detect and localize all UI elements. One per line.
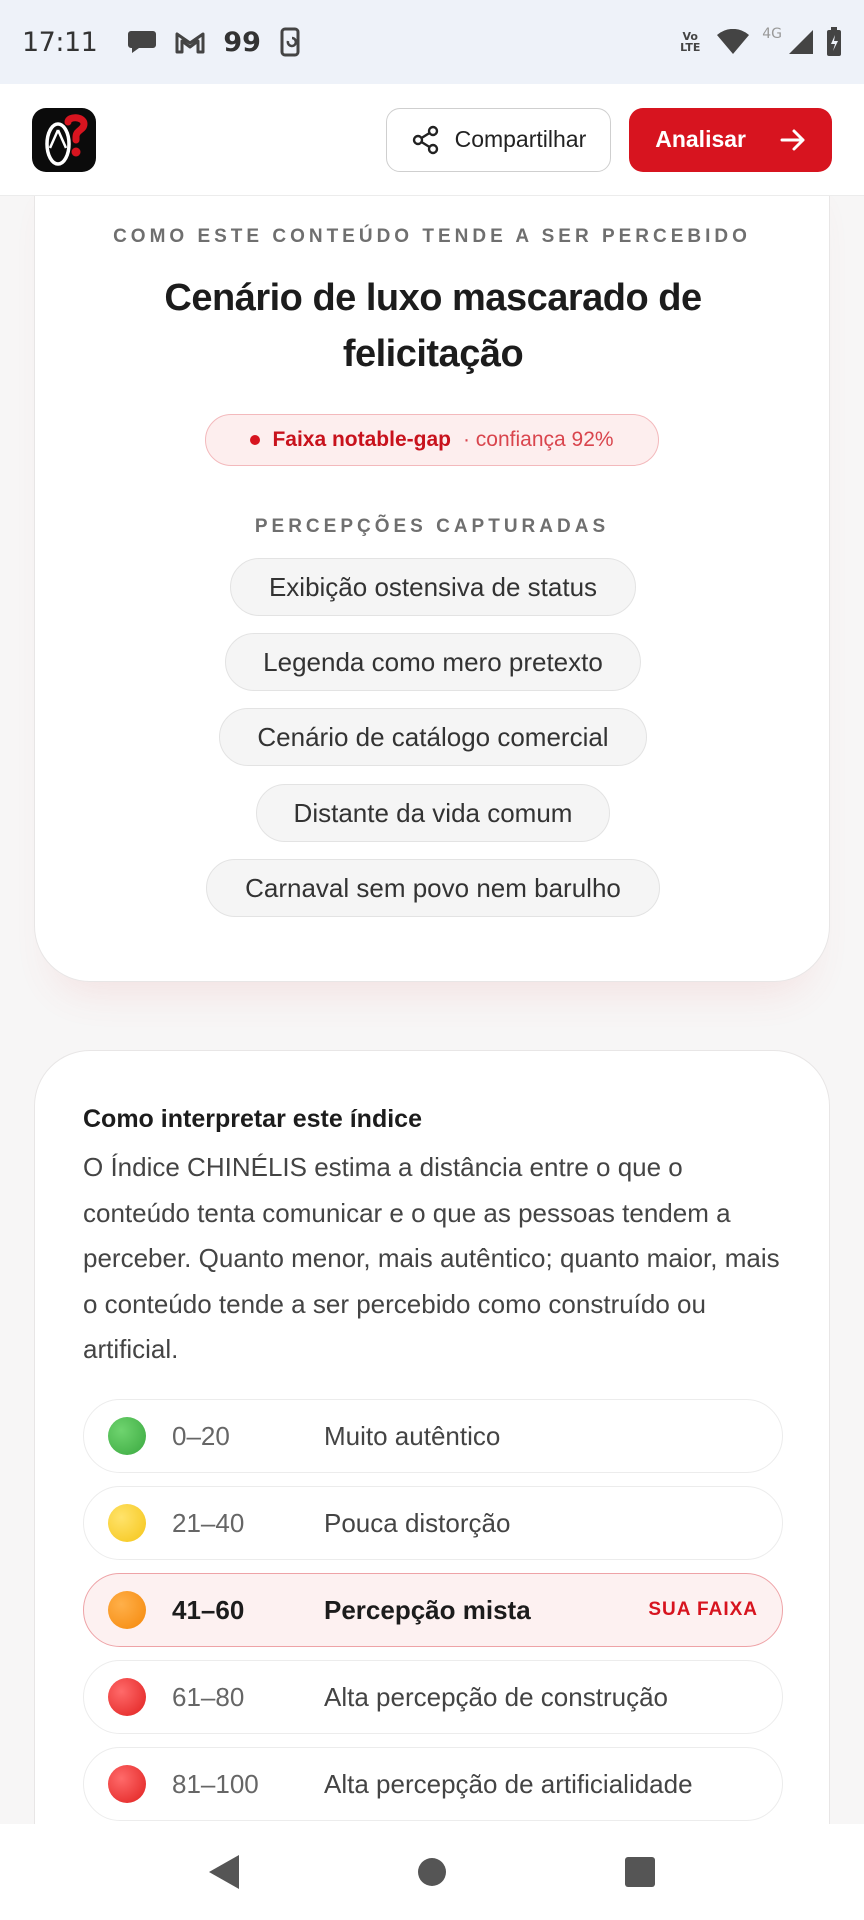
home-button[interactable] [402, 1842, 462, 1902]
chat-bubble-icon [127, 29, 157, 55]
home-circle-icon [418, 1858, 446, 1886]
perception-chip[interactable]: Carnaval sem povo nem barulho [206, 859, 660, 917]
app-header: Compartilhar Analisar [0, 84, 864, 196]
perception-chip[interactable]: Cenário de catálogo comercial [219, 708, 647, 766]
range-row: 21–40 Pouca distorção [83, 1486, 783, 1560]
captured-perceptions-title: PERCEPÇÕES CAPTURADAS [254, 516, 610, 537]
range-value: 61–80 [172, 1681, 245, 1712]
wifi-icon [716, 29, 750, 55]
share-icon [412, 125, 438, 154]
range-value: 0–20 [172, 1420, 230, 1451]
band-confidence: · confiança 92% [462, 428, 614, 451]
interpretation-body: O Índice CHINÉLIS estima a distância ent… [83, 1152, 780, 1364]
system-icons: Vo LTE 4G [676, 26, 842, 57]
range-row-active: 41–60 Percepção mista SUA FAIXA [83, 1573, 783, 1647]
gmail-icon [175, 30, 205, 54]
share-button[interactable]: Compartilhar [385, 107, 612, 172]
recents-square-icon [625, 1857, 655, 1887]
analyze-button[interactable]: Analisar [629, 107, 832, 172]
perception-chip[interactable]: Exibição ostensiva de status [230, 558, 636, 616]
network-type-label: 4G [762, 26, 782, 42]
range-label: Alta percepção de construção [324, 1681, 668, 1712]
yellow-circle-icon [108, 1504, 146, 1542]
range-value: 21–40 [172, 1507, 245, 1538]
recents-button[interactable] [610, 1842, 670, 1902]
orange-circle-icon [108, 1591, 146, 1629]
system-nav-bar [0, 1824, 864, 1920]
band-badge: Faixa notable-gap · confiança 92% [205, 414, 659, 466]
perception-eyebrow: COMO ESTE CONTEÚDO TENDE A SER PERCEBIDO [113, 226, 751, 247]
phone-sync-icon [279, 27, 303, 57]
status-bar: 17:11 99 Vo LTE 4G [0, 0, 864, 84]
range-row: 81–100 Alta percepção de artificialidade [83, 1747, 783, 1821]
band-label: Faixa notable-gap [272, 428, 451, 451]
range-value: 81–100 [172, 1768, 259, 1799]
interpretation-card: Como interpretar este índice O Índice CH… [34, 1050, 830, 1920]
volte-icon: Vo LTE [680, 30, 701, 54]
arrow-right-icon [780, 129, 805, 150]
red-circle-icon [108, 1678, 146, 1716]
app-logo[interactable] [32, 107, 96, 172]
battery-icon [826, 27, 842, 57]
status-time: 17:11 [22, 26, 98, 58]
notification-icons: 99 [127, 27, 303, 58]
range-label: Pouca distorção [324, 1507, 511, 1538]
share-button-label: Compartilhar [454, 126, 587, 152]
range-label: Alta percepção de artificialidade [324, 1768, 693, 1799]
red-circle-icon [108, 1765, 146, 1803]
band-dot-icon [250, 435, 261, 445]
perception-title-line2: felicitação [342, 333, 524, 375]
range-value: 41–60 [172, 1594, 245, 1625]
perception-title-line1: Cenário de luxo mascarado de [164, 277, 702, 319]
back-button[interactable] [194, 1842, 254, 1902]
quote-app-icon: 99 [223, 26, 261, 58]
green-circle-icon [108, 1417, 146, 1455]
flipflop-question-logo-icon [45, 113, 88, 166]
perception-chip[interactable]: Legenda como mero pretexto [225, 633, 641, 691]
your-band-badge: SUA FAIXA [648, 1599, 758, 1620]
range-row: 61–80 Alta percepção de construção [83, 1660, 783, 1734]
interpretation-title: Como interpretar este índice [83, 1105, 422, 1133]
analyze-button-label: Analisar [655, 126, 746, 152]
range-row: 0–20 Muito autêntico [83, 1399, 783, 1473]
perception-card: COMO ESTE CONTEÚDO TENDE A SER PERCEBIDO… [34, 160, 830, 982]
range-label: Muito autêntico [324, 1420, 501, 1451]
back-triangle-icon [209, 1855, 239, 1889]
perception-chip[interactable]: Distante da vida comum [256, 784, 610, 842]
range-label: Percepção mista [324, 1594, 531, 1625]
signal-icon [788, 29, 814, 55]
